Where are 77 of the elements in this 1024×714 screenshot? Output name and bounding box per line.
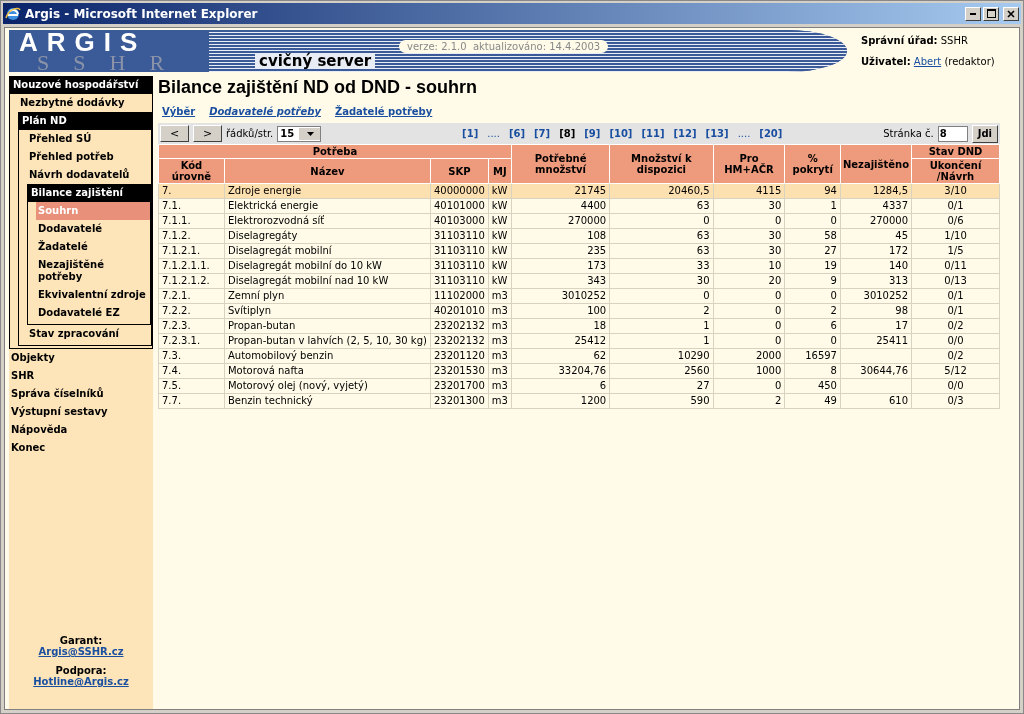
menu-header[interactable]: Nouzové hospodářství (9, 76, 153, 94)
page-ellipsis: .... (737, 128, 751, 139)
page-link[interactable]: [8] (559, 128, 576, 139)
menu-item[interactable]: Ekvivalentní zdroje (36, 286, 150, 304)
close-button[interactable] (1003, 6, 1019, 21)
menu-item[interactable]: Dodavatelé EZ (36, 304, 150, 322)
version-label: verze: 2.1.0 aktualizováno: 14.4.2003 (399, 40, 609, 53)
menu-item[interactable]: Nápověda (9, 421, 153, 439)
logo: ARGIS (19, 30, 147, 54)
page-number-field[interactable]: 8 (937, 125, 968, 142)
maximize-button[interactable] (983, 6, 999, 21)
rows-label: řádků/str. (226, 128, 274, 139)
office-value: SSHR (940, 35, 968, 46)
menu-item[interactable]: Přehled SÚ (27, 130, 151, 148)
contact-label: Garant: (59, 635, 103, 646)
logo-letter: R (149, 54, 165, 71)
email-link[interactable]: Hotline@Argis.cz (33, 676, 129, 687)
menu-item[interactable]: Výstupní sestavy (9, 403, 153, 421)
column-header: % pokrytí (784, 144, 841, 184)
menu-item[interactable]: Nezajištěné potřeby (36, 256, 150, 286)
page-number-label: Stránka č. (883, 128, 934, 139)
contact-label: Podpora: (55, 665, 107, 676)
logo-letter: H (109, 54, 126, 71)
user-label: Uživatel: (861, 56, 911, 67)
column-header: Nezajištěno (840, 144, 912, 184)
column-header: Název (224, 158, 431, 184)
page-link[interactable]: [13] (705, 128, 729, 139)
rows-dropdown[interactable]: 15 (277, 125, 322, 142)
browser-icon (5, 5, 21, 22)
page-link[interactable]: [9] (584, 128, 601, 139)
menu-item[interactable]: Dodavatelé (36, 220, 150, 238)
menu-item[interactable]: Přehled potřeb (27, 148, 151, 166)
page-title: Bilance zajištění ND od DND - souhrn (158, 77, 479, 98)
office-label: Správní úřad: (861, 35, 938, 46)
column-header: Potřeba (158, 144, 512, 159)
minimize-button[interactable] (965, 6, 981, 21)
column-header: Kód úrovně (158, 158, 225, 184)
window-title: Argis - Microsoft Internet Explorer (25, 6, 259, 21)
menu-item[interactable]: Nezbytné dodávky (18, 94, 152, 112)
previous-button[interactable]: < (160, 125, 189, 142)
column-header: Množství k dispozici (609, 144, 714, 184)
go-button[interactable]: Jdi (971, 124, 998, 143)
menu-header[interactable]: Bilance zajištění (27, 184, 151, 202)
close-icon (1007, 9, 1015, 18)
caret-icon (307, 131, 315, 136)
nav-link[interactable]: Dodavatelé potřeby (209, 106, 321, 117)
logo-letter: S (37, 54, 50, 71)
page-link[interactable]: [12] (673, 128, 697, 139)
page-link[interactable]: [1] (462, 128, 479, 139)
page-link[interactable]: [11] (641, 128, 665, 139)
menu-header[interactable]: Plán ND (18, 112, 152, 130)
page-link[interactable]: [10] (609, 128, 633, 139)
menu-item[interactable]: Konec (9, 439, 153, 457)
user-role: (redaktor) (944, 56, 995, 67)
column-header: Stav DND (911, 144, 1000, 159)
nav-link[interactable]: Výběr (162, 106, 196, 117)
page-ellipsis: .... (487, 128, 500, 139)
menu-item[interactable]: Správa číselníků (9, 385, 153, 403)
server-label: cvičný server (255, 53, 376, 69)
menu-item[interactable]: Objekty (9, 349, 153, 367)
menu-item[interactable]: SHR (9, 367, 153, 385)
email-link[interactable]: Argis@SSHR.cz (38, 646, 124, 657)
column-header: Potřebné množství (511, 144, 610, 184)
nav-link[interactable]: Žadatelé potřeby (334, 106, 433, 117)
menu-item[interactable]: Žadatelé (36, 238, 150, 256)
page-link[interactable]: [7] (534, 128, 551, 139)
column-header: Pro HM+AČR (713, 144, 785, 184)
next-button[interactable]: > (193, 125, 222, 142)
menu-item[interactable]: Návrh dodavatelů (27, 166, 151, 184)
page-link[interactable]: [6] (508, 128, 526, 139)
minimize-icon (970, 12, 976, 15)
user-link[interactable]: Abert (913, 56, 942, 67)
menu-item[interactable]: Stav zpracování (27, 325, 151, 343)
page-link[interactable]: [20] (759, 128, 783, 139)
column-header: Ukončení /Návrh (911, 158, 1000, 184)
maximize-icon (986, 9, 996, 18)
logo-letter: S (73, 54, 86, 71)
